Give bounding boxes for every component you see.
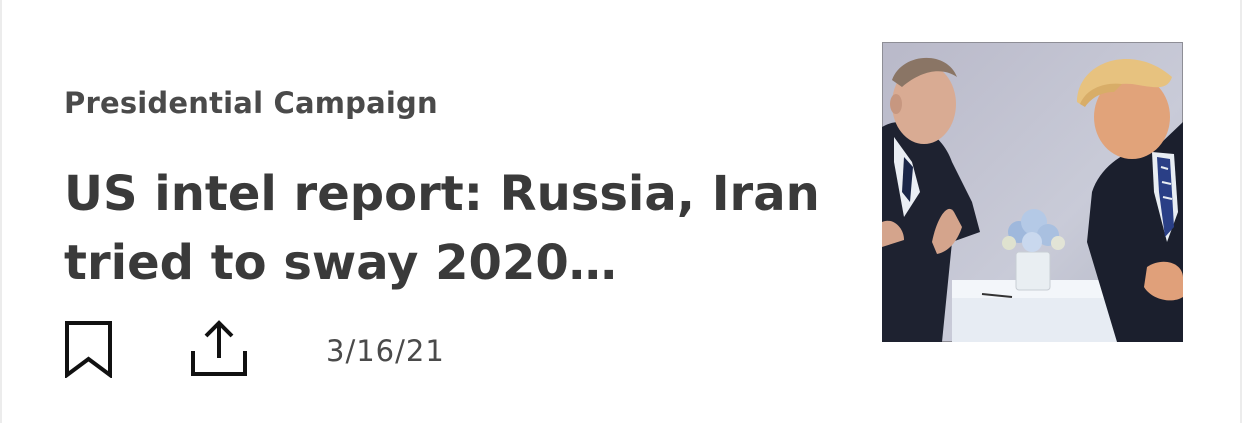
share-icon — [191, 320, 247, 376]
article-card[interactable]: Presidential Campaign US intel report: R… — [0, 0, 1242, 423]
share-button[interactable] — [190, 320, 248, 378]
bookmark-button[interactable] — [64, 320, 114, 379]
thumbnail-photo — [882, 42, 1183, 342]
article-category[interactable]: Presidential Campaign — [64, 86, 438, 120]
article-headline[interactable]: US intel report: Russia, Iran tried to s… — [64, 160, 854, 298]
bookmark-icon — [65, 321, 112, 379]
article-date: 3/16/21 — [326, 334, 445, 368]
article-thumbnail[interactable] — [882, 42, 1183, 342]
